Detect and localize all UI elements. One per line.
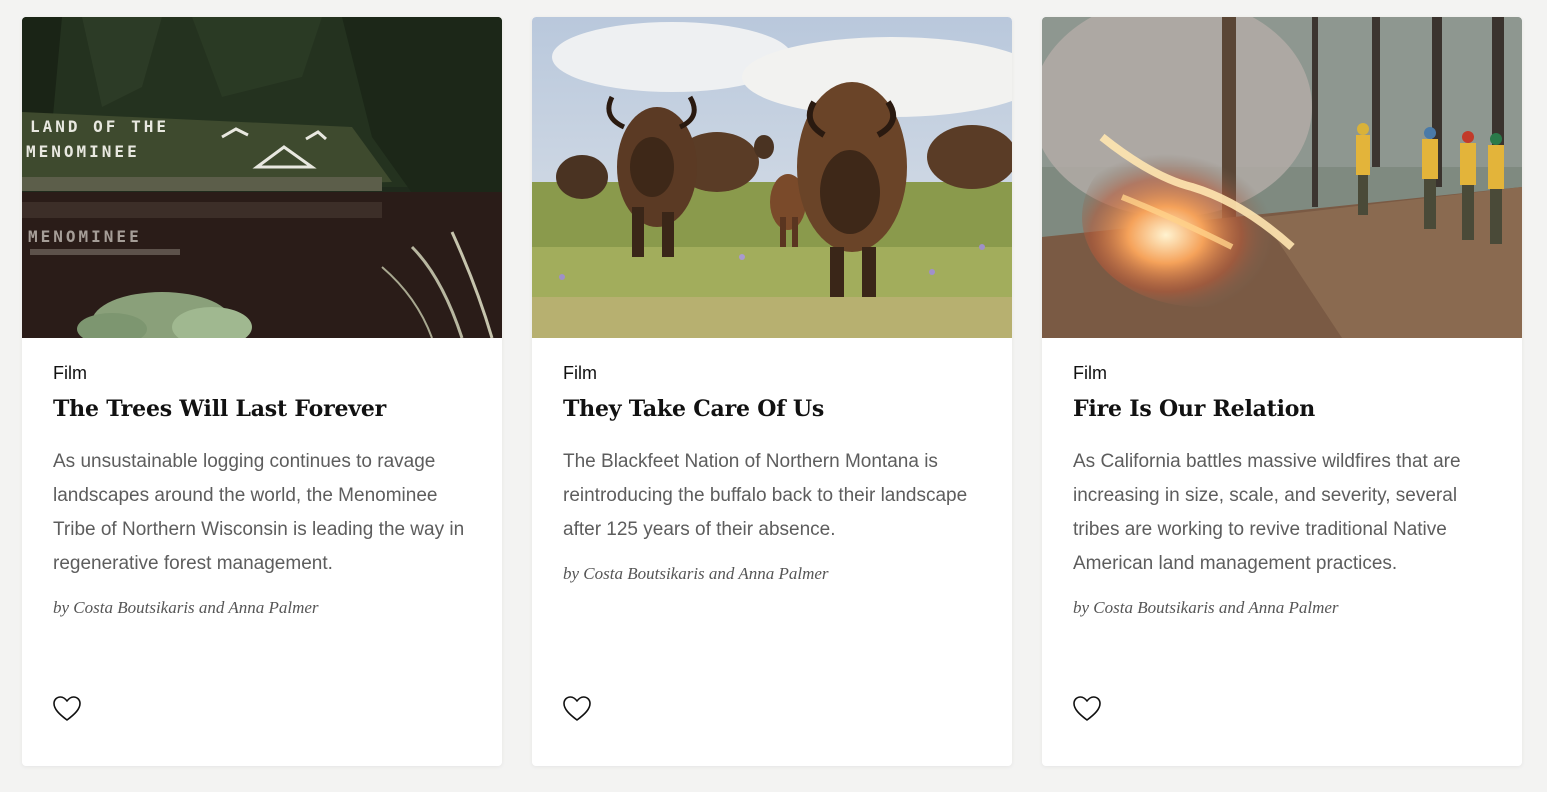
story-description: As unsustainable logging continues to ra… (53, 451, 465, 574)
story-title[interactable]: Fire Is Our Relation (1073, 396, 1492, 422)
story-image-buffalo-herd[interactable] (532, 17, 1012, 338)
story-title[interactable]: They Take Care Of Us (563, 396, 982, 422)
story-card[interactable]: LAND OF THE MENOMINEE MENOMINEE Film The… (22, 17, 502, 766)
sign-text-line2: MENOMINEE (26, 142, 140, 161)
story-card-body: Film The Trees Will Last Forever As unsu… (22, 338, 502, 618)
story-card-body: Film Fire Is Our Relation As California … (1042, 338, 1522, 618)
story-category[interactable]: Film (1073, 362, 1492, 384)
story-card[interactable]: Film Fire Is Our Relation As California … (1042, 17, 1522, 766)
story-byline: by Costa Boutsikaris and Anna Palmer (53, 598, 319, 617)
heart-icon[interactable] (1071, 693, 1103, 725)
story-category[interactable]: Film (563, 362, 982, 384)
story-description: The Blackfeet Nation of Northern Montana… (563, 451, 968, 540)
story-image-forest-lake[interactable]: LAND OF THE MENOMINEE MENOMINEE (22, 17, 502, 338)
story-card-grid: LAND OF THE MENOMINEE MENOMINEE Film The… (22, 17, 1522, 766)
heart-icon[interactable] (51, 693, 83, 725)
story-category[interactable]: Film (53, 362, 472, 384)
sign-reflection: MENOMINEE (28, 227, 142, 246)
heart-icon[interactable] (561, 693, 593, 725)
story-card[interactable]: Film They Take Care Of Us The Blackfeet … (532, 17, 1012, 766)
story-title[interactable]: The Trees Will Last Forever (53, 396, 472, 422)
story-image-controlled-burn[interactable] (1042, 17, 1522, 338)
story-byline: by Costa Boutsikaris and Anna Palmer (1073, 598, 1339, 617)
story-card-body: Film They Take Care Of Us The Blackfeet … (532, 338, 1012, 584)
story-description: As California battles massive wildfires … (1073, 451, 1461, 574)
sign-text-line1: LAND OF THE (30, 117, 169, 136)
story-byline: by Costa Boutsikaris and Anna Palmer (563, 564, 829, 583)
